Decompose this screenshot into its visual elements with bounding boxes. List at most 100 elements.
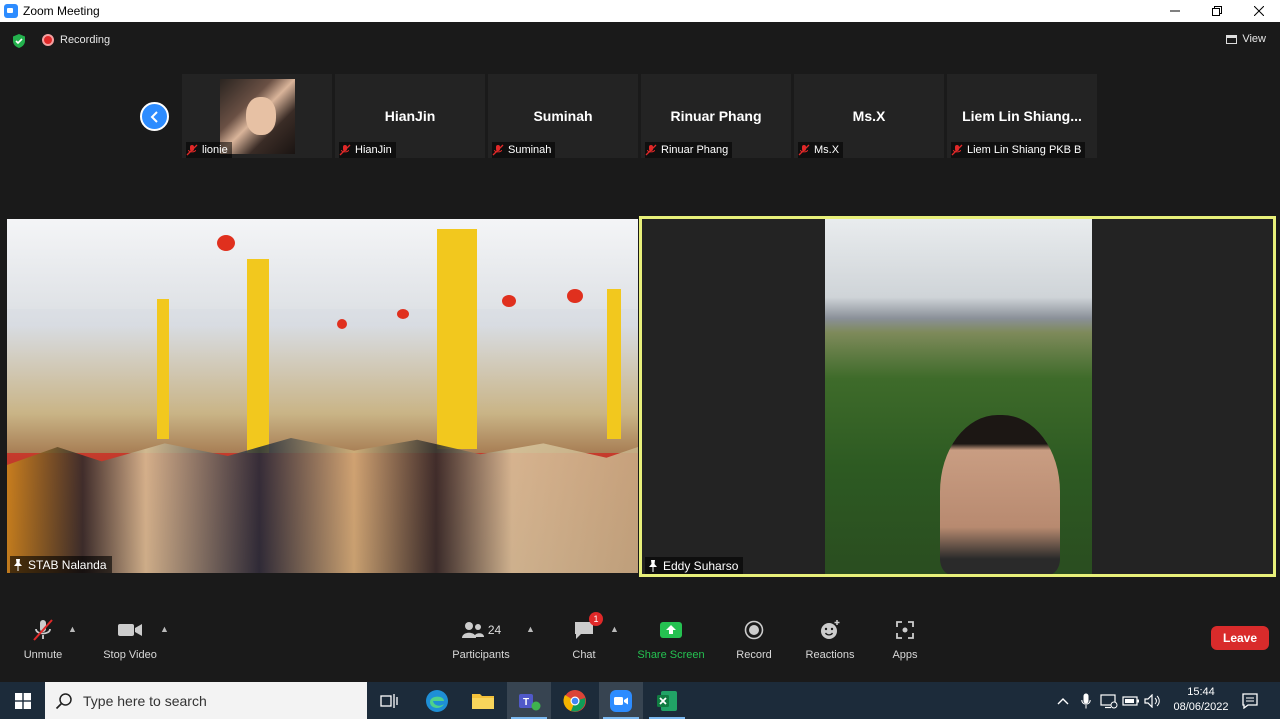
- participant-label: lionie: [202, 144, 228, 156]
- share-screen-label: Share Screen: [637, 649, 705, 661]
- participants-options-caret[interactable]: ▲: [526, 624, 535, 634]
- close-button[interactable]: [1238, 0, 1280, 22]
- folder-icon: [472, 693, 494, 709]
- meeting-area: Recording View lionie HianJin HianJin Su…: [0, 22, 1280, 682]
- pin-icon: [649, 559, 657, 572]
- zoom-app-icon: [4, 4, 18, 18]
- video-camera-icon: [118, 624, 142, 636]
- participant-tile-name: Ms.X: [852, 108, 886, 124]
- view-button[interactable]: View: [1226, 33, 1266, 45]
- mic-muted-icon: [339, 144, 351, 156]
- teams-icon: T: [519, 693, 541, 710]
- edge-browser-icon: [426, 689, 448, 712]
- leave-button[interactable]: Leave: [1211, 626, 1269, 650]
- recording-dot-icon: [42, 34, 54, 46]
- windows-taskbar: Type here to search T 15:44 08/06/2022: [0, 682, 1280, 719]
- minimize-icon: [1170, 10, 1180, 12]
- taskbar-excel[interactable]: [645, 682, 689, 719]
- record-label: Record: [736, 649, 772, 661]
- taskbar-zoom[interactable]: [599, 682, 643, 719]
- window-titlebar: Zoom Meeting: [0, 0, 1280, 22]
- participant-tile-name: Rinuar Phang: [670, 108, 762, 124]
- participant-label: Liem Lin Shiang PKB B: [967, 144, 1082, 156]
- show-hidden-icons-button[interactable]: [1054, 682, 1072, 719]
- participants-count: 24: [487, 623, 502, 637]
- encryption-shield-icon[interactable]: [12, 34, 26, 48]
- start-button[interactable]: [0, 682, 45, 719]
- recording-label: Recording: [60, 34, 111, 46]
- video-tile-left[interactable]: STAB Nalanda: [7, 219, 638, 573]
- mic-muted-icon: [645, 144, 657, 156]
- taskbar-chrome[interactable]: [553, 682, 597, 719]
- video-name-label: STAB Nalanda: [10, 556, 112, 573]
- speaker-volume-icon: [1144, 693, 1160, 708]
- share-screen-icon: [660, 622, 682, 638]
- task-view-icon: [380, 693, 398, 708]
- participants-icon: [461, 622, 484, 638]
- chat-options-caret[interactable]: ▲: [610, 624, 619, 634]
- search-icon: [55, 692, 72, 709]
- apps-label: Apps: [892, 649, 918, 661]
- participant-tile[interactable]: HianJin HianJin: [335, 74, 485, 158]
- participant-tile[interactable]: Suminah Suminah: [488, 74, 638, 158]
- taskbar-clock[interactable]: 15:44 08/06/2022: [1166, 685, 1236, 715]
- notification-icon: [1242, 692, 1258, 709]
- participant-label: Ms.X: [814, 144, 840, 156]
- mic-muted-icon: [951, 144, 963, 156]
- video-name-label: Eddy Suharso: [645, 557, 744, 574]
- participant-label: Suminah: [508, 144, 552, 156]
- participant-tile[interactable]: Rinuar Phang Rinuar Phang: [641, 74, 791, 158]
- close-icon: [1254, 6, 1264, 16]
- participant-tile-name: Suminah: [533, 108, 593, 124]
- clock-date: 08/06/2022: [1173, 701, 1229, 713]
- taskbar-search-box[interactable]: Type here to search: [45, 682, 367, 719]
- participant-tile[interactable]: Ms.X Ms.X: [794, 74, 944, 158]
- chat-badge: 1: [589, 612, 603, 626]
- participants-label: Participants: [452, 649, 510, 661]
- video-options-caret[interactable]: ▲: [160, 624, 169, 634]
- recording-indicator[interactable]: Recording: [42, 32, 110, 48]
- apps-button[interactable]: Apps: [860, 618, 950, 661]
- chrome-icon: [563, 689, 586, 712]
- participant-label: Rinuar Phang: [661, 144, 729, 156]
- apps-icon: [896, 621, 914, 639]
- task-view-button[interactable]: [367, 682, 411, 719]
- video-tile-active-speaker[interactable]: Eddy Suharso: [639, 216, 1276, 577]
- tray-network[interactable]: [1098, 682, 1120, 719]
- restore-button[interactable]: [1196, 0, 1238, 22]
- clock-time: 15:44: [1187, 686, 1215, 698]
- restore-icon: [1212, 6, 1222, 16]
- taskbar-file-explorer[interactable]: [461, 682, 505, 719]
- reactions-label: Reactions: [805, 649, 855, 661]
- audio-options-caret[interactable]: ▲: [68, 624, 77, 634]
- reactions-smiley-icon: [821, 620, 840, 639]
- participant-tile-name: HianJin: [384, 108, 436, 124]
- taskbar-teams[interactable]: T: [507, 682, 551, 719]
- zoom-icon: [610, 689, 632, 712]
- window-title: Zoom Meeting: [23, 4, 100, 18]
- participant-tile-name: Liem Lin Shiang...: [962, 108, 1082, 124]
- previous-page-button[interactable]: [140, 102, 169, 131]
- svg-text:T: T: [523, 697, 529, 708]
- participant-tile[interactable]: Liem Lin Shiang... Liem Lin Shiang PKB B: [947, 74, 1097, 158]
- participant-tile[interactable]: lionie: [182, 74, 332, 158]
- tray-battery[interactable]: [1121, 682, 1141, 719]
- mic-muted-icon: [492, 144, 504, 156]
- notification-center-button[interactable]: [1236, 682, 1264, 719]
- microphone-icon: [1081, 693, 1091, 708]
- battery-icon: [1122, 695, 1139, 706]
- tray-volume[interactable]: [1143, 682, 1163, 719]
- mic-muted-icon: [186, 144, 198, 156]
- mic-muted-icon: [33, 619, 53, 641]
- share-screen-button[interactable]: Share Screen: [626, 618, 716, 661]
- windows-logo-icon: [14, 692, 31, 709]
- taskbar-edge[interactable]: [415, 682, 459, 719]
- record-icon: [744, 620, 764, 640]
- stop-video-label: Stop Video: [103, 649, 157, 661]
- participants-button[interactable]: 24 Participants: [436, 618, 526, 661]
- chevron-left-icon: [150, 110, 158, 123]
- tray-microphone[interactable]: [1076, 682, 1096, 719]
- chat-label: Chat: [572, 649, 596, 661]
- minimize-button[interactable]: [1154, 0, 1196, 22]
- participant-label: HianJin: [355, 144, 392, 156]
